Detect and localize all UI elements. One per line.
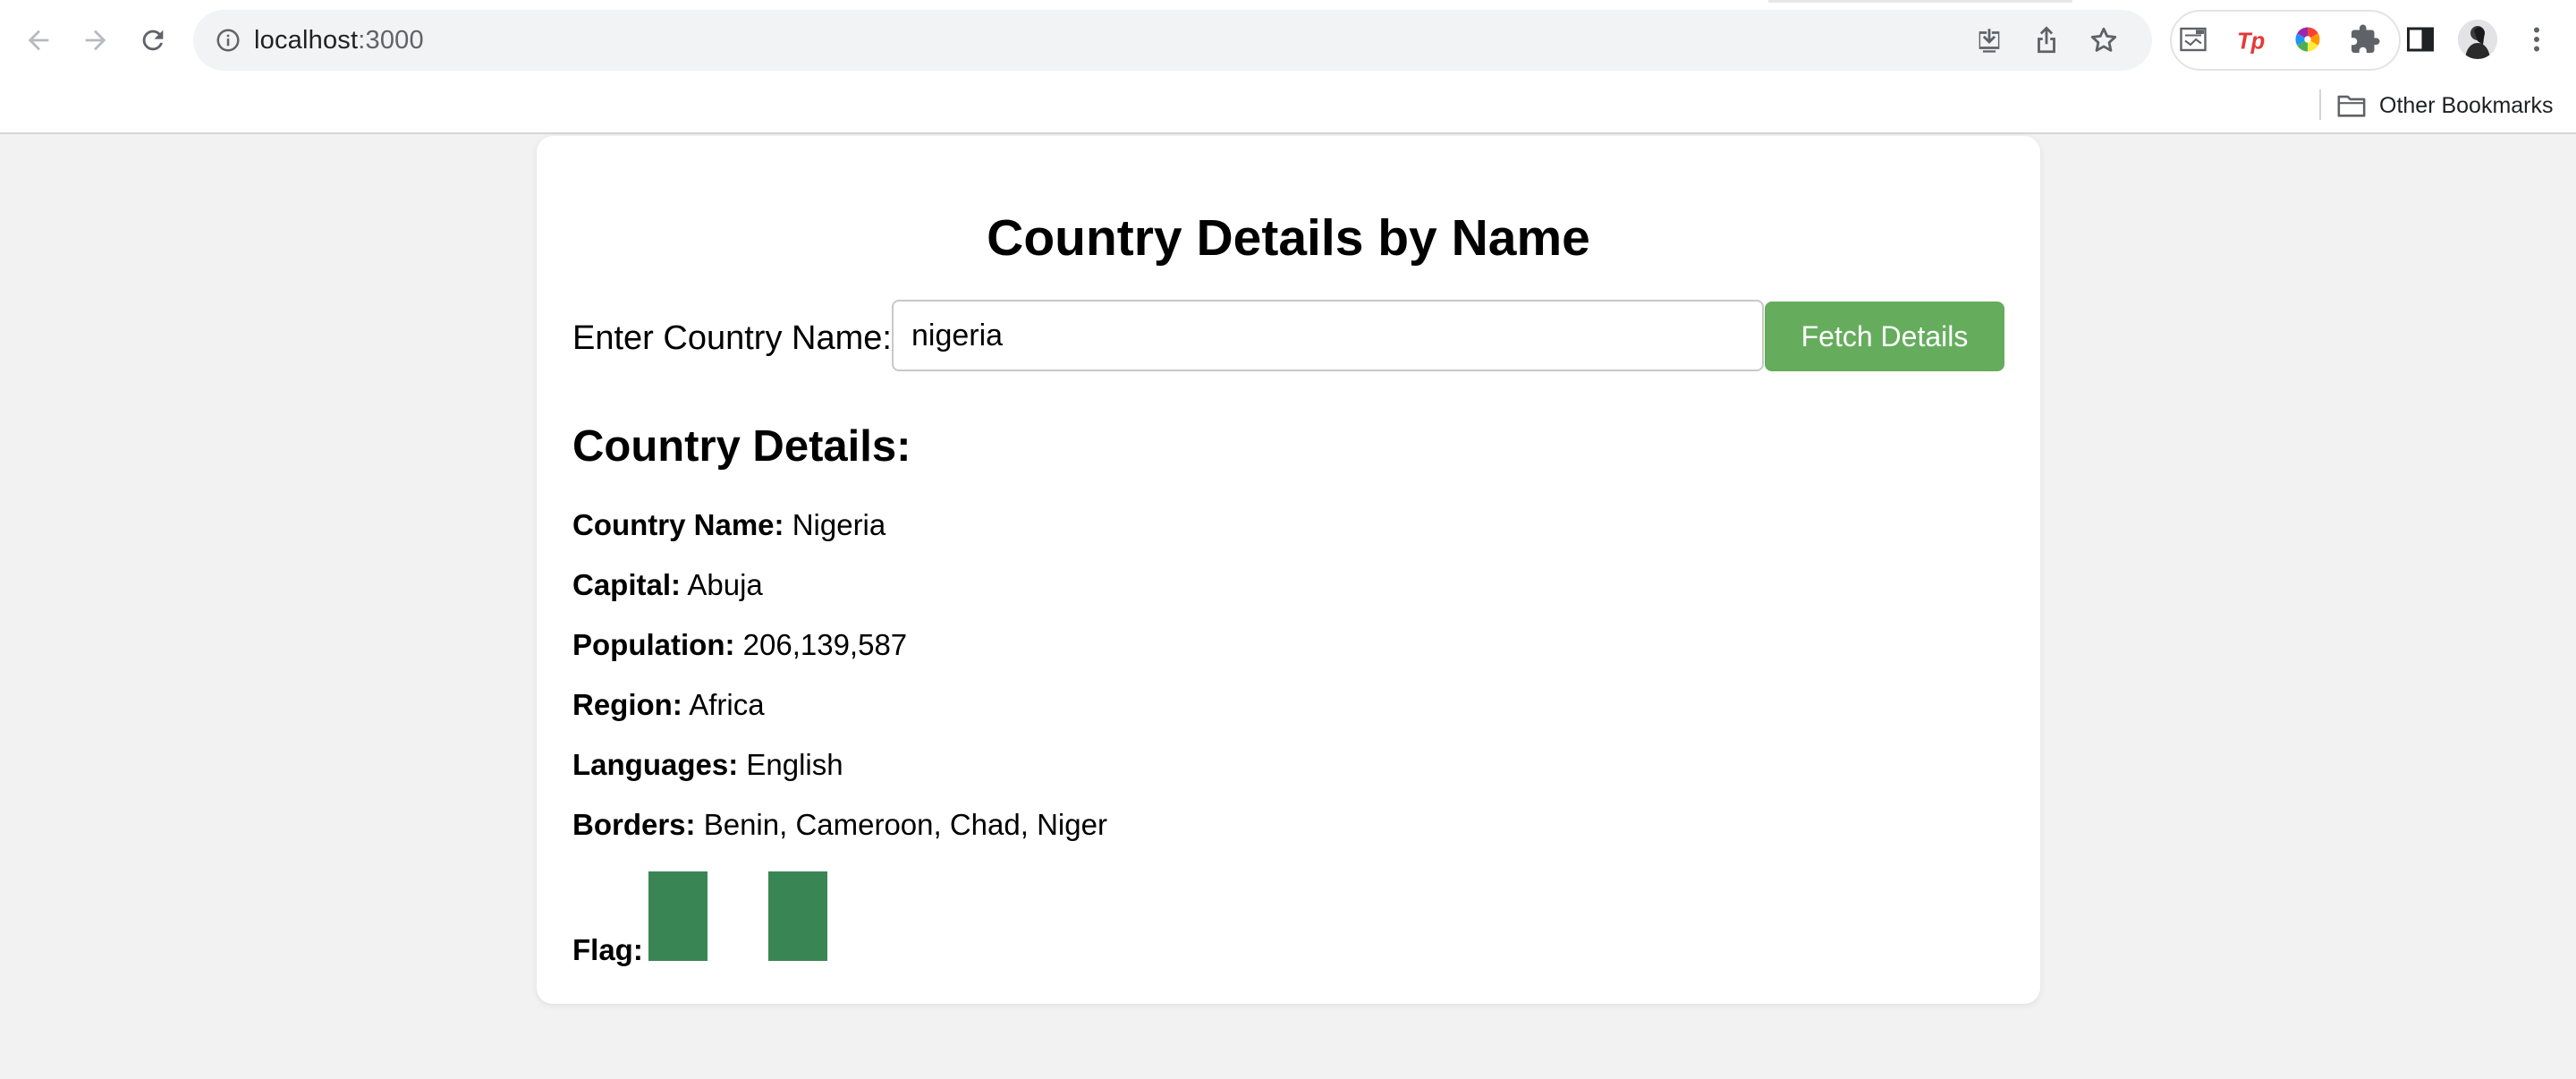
side-panel-icon[interactable] <box>2401 20 2440 59</box>
detail-value: Abuja <box>687 568 763 601</box>
url-port: :3000 <box>358 26 424 55</box>
detail-population: Population: 206,139,587 <box>572 627 907 663</box>
other-bookmarks-label: Other Bookmarks <box>2379 92 2554 118</box>
profile-picture-icon <box>2458 20 2497 59</box>
puzzle-icon[interactable] <box>2345 20 2385 59</box>
address-bar[interactable]: localhost:3000 <box>193 10 2152 71</box>
detail-label: Languages: <box>572 748 739 781</box>
forward-button[interactable] <box>75 20 116 61</box>
tab-strip-edge <box>1768 0 2072 3</box>
install-app-icon[interactable] <box>1972 23 2006 57</box>
url-text[interactable]: localhost:3000 <box>254 10 424 71</box>
color-wheel-icon[interactable] <box>2288 20 2327 59</box>
chrome-menu-icon[interactable] <box>2517 20 2556 59</box>
detail-label: Country Name: <box>572 508 784 541</box>
site-info-icon[interactable] <box>211 23 245 57</box>
detail-value: 206,139,587 <box>742 628 908 661</box>
detail-region: Region: Africa <box>572 687 765 723</box>
detail-capital: Capital: Abuja <box>572 567 763 603</box>
detail-label: Population: <box>572 628 735 661</box>
detail-languages: Languages: English <box>572 747 843 783</box>
page-title: Country Details by Name <box>987 209 1590 267</box>
detail-value: Benin, Cameroon, Chad, Niger <box>703 808 1107 841</box>
share-icon[interactable] <box>2029 23 2063 57</box>
detail-value: English <box>746 748 843 781</box>
detail-value: Africa <box>689 688 765 721</box>
browser-chrome: localhost:3000 Tp Other Bookmarks <box>0 0 2576 134</box>
country-details-card: Country Details by Name Enter Country Na… <box>537 136 2040 1004</box>
detail-label: Region: <box>572 688 682 721</box>
tp-icon[interactable]: Tp <box>2231 20 2270 59</box>
bookmark-star-icon[interactable] <box>2087 23 2121 57</box>
flag-label: Flag: <box>572 933 643 966</box>
detail-value: Nigeria <box>792 508 886 541</box>
flag-stripe-middle <box>708 871 767 961</box>
detail-label: Capital: <box>572 568 682 601</box>
flag-stripe-right <box>768 871 827 961</box>
bookmarks-separator <box>2319 89 2321 120</box>
svg-text:Tp: Tp <box>2237 30 2265 55</box>
folder-icon <box>2337 95 2366 117</box>
details-heading: Country Details: <box>572 422 911 471</box>
detail-borders: Borders: Benin, Cameroon, Chad, Niger <box>572 807 1107 843</box>
forward-arrow-icon <box>85 30 106 51</box>
back-button[interactable] <box>18 20 59 61</box>
reload-icon <box>142 30 164 51</box>
screen-capture-icon[interactable] <box>2174 20 2213 59</box>
profile-avatar[interactable] <box>2458 20 2497 59</box>
fetch-details-button[interactable]: Fetch Details <box>1765 302 2004 371</box>
bookmarks-bar: Other Bookmarks <box>0 81 2576 132</box>
country-flag-image <box>648 871 827 961</box>
flag-stripe-left <box>648 871 708 961</box>
country-name-input[interactable] <box>892 300 1764 371</box>
other-bookmarks-folder[interactable]: Other Bookmarks <box>2336 88 2554 123</box>
detail-country-name: Country Name: Nigeria <box>572 507 886 543</box>
url-host: localhost <box>254 26 359 55</box>
back-arrow-icon <box>28 30 49 51</box>
country-input-label: Enter Country Name: <box>572 319 892 357</box>
reload-button[interactable] <box>132 20 174 61</box>
detail-label: Borders: <box>572 808 696 841</box>
